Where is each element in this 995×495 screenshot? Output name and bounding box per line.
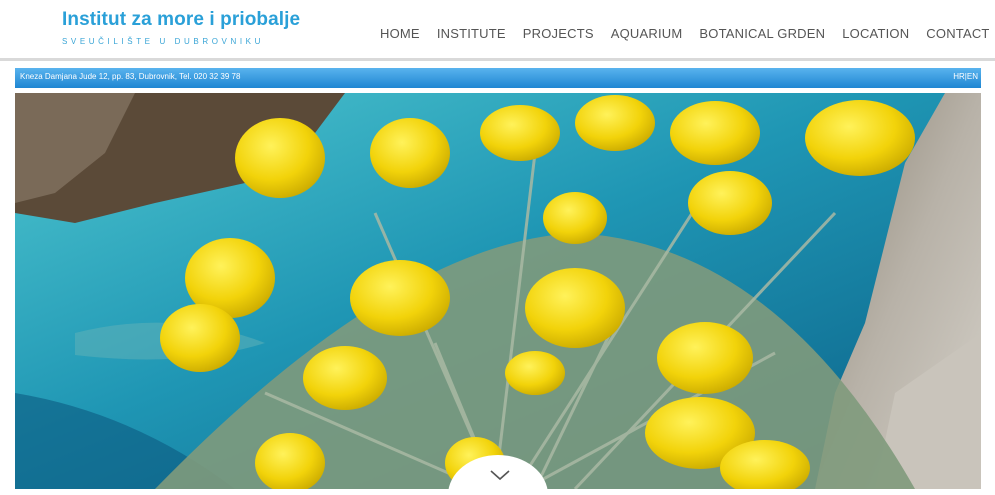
nav-aquarium[interactable]: AQUARIUM	[611, 26, 683, 41]
address-text: Kneza Damjana Jude 12, pp. 83, Dubrovnik…	[20, 72, 241, 81]
logo-subtitle: SVEUČILIŠTE U DUBROVNIKU	[62, 37, 264, 46]
nav-projects[interactable]: PROJECTS	[523, 26, 594, 41]
nav-contact[interactable]: CONTACT	[926, 26, 989, 41]
nav-home[interactable]: HOME	[380, 26, 420, 41]
logo-title: Institut za more i priobalje	[62, 9, 301, 30]
hero-image	[15, 93, 981, 489]
lang-hr-link[interactable]: HR	[953, 72, 965, 81]
site-header: Institut za more i priobalje SVEUČILIŠTE…	[0, 0, 995, 61]
nav-botanical-garden[interactable]: BOTANICAL GRDEN	[699, 26, 825, 41]
nav-location[interactable]: LOCATION	[842, 26, 909, 41]
header-divider	[0, 58, 995, 61]
site-logo[interactable]: Institut za more i priobalje SVEUČILIŠTE…	[62, 9, 300, 46]
chevron-down-icon[interactable]	[488, 466, 512, 484]
main-nav: HOME INSTITUTE PROJECTS AQUARIUM BOTANIC…	[380, 26, 990, 41]
language-switcher: HR|EN	[953, 72, 978, 81]
nav-institute[interactable]: INSTITUTE	[437, 26, 506, 41]
info-bar: Kneza Damjana Jude 12, pp. 83, Dubrovnik…	[15, 68, 981, 88]
hero-photo-illustration	[15, 93, 981, 489]
lang-en-link[interactable]: EN	[967, 72, 978, 81]
